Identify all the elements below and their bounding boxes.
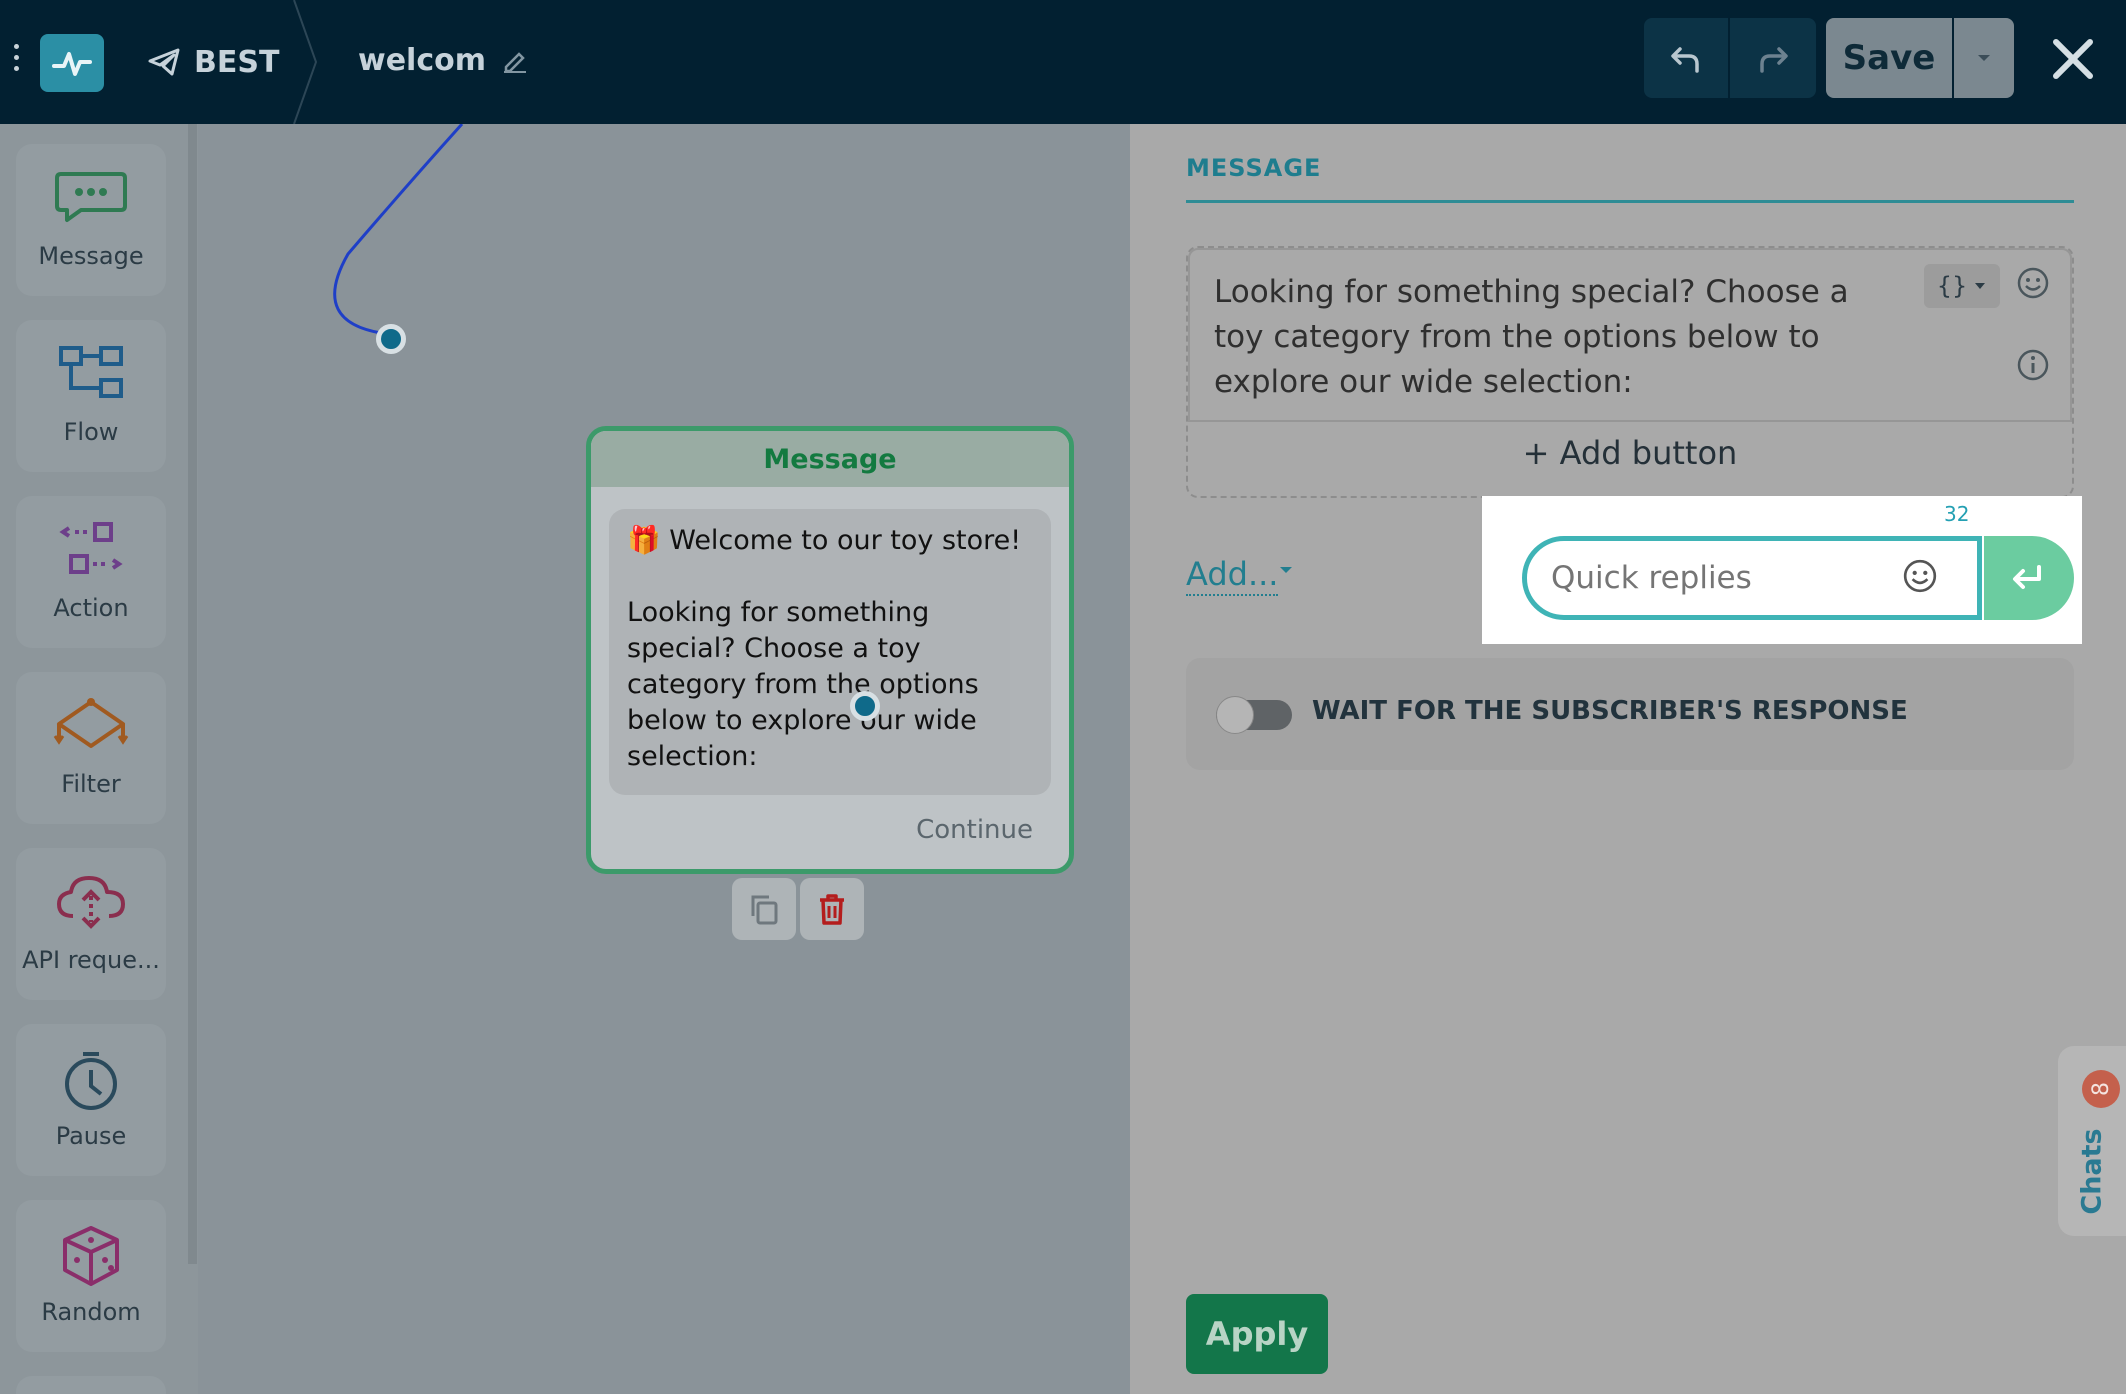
toolbox-scrollbar[interactable] <box>188 124 197 1264</box>
bot-name-label: BEST <box>194 44 280 80</box>
tool-random[interactable]: Random <box>16 1200 166 1352</box>
tool-label: Pause <box>55 1122 127 1150</box>
flow-title[interactable]: welcom <box>358 38 528 82</box>
dice-icon <box>63 1226 119 1286</box>
wait-response-toggle[interactable] <box>1216 696 1292 734</box>
quick-reply-submit-button[interactable] <box>1984 536 2074 620</box>
message-editor: Looking for something special? Choose a … <box>1186 246 2074 498</box>
tool-pause[interactable]: Pause <box>16 1024 166 1176</box>
copy-icon <box>751 895 778 925</box>
chats-tab[interactable]: 8 Chats <box>2058 1046 2126 1236</box>
tool-label: Flow <box>63 418 119 446</box>
flow-name-label: welcom <box>358 42 486 78</box>
chats-label-wrap: Chats <box>2058 1126 2126 1216</box>
chats-label: Chats <box>2076 1127 2108 1215</box>
bot-breadcrumb[interactable]: BEST <box>148 40 279 84</box>
apply-button[interactable]: Apply <box>1186 1294 1328 1374</box>
save-options-button[interactable] <box>1954 18 2014 98</box>
node-output-port[interactable] <box>850 691 880 721</box>
quick-replies-highlight: 32 <box>1482 496 2082 644</box>
chevron-down-icon <box>1978 55 1990 61</box>
close-icon[interactable] <box>2050 28 2096 88</box>
enter-return-icon <box>2013 565 2041 589</box>
undo-button[interactable] <box>1644 18 1728 98</box>
message-settings-panel: MESSAGE Looking for something special? C… <box>1130 124 2126 1394</box>
node-message-text: 🎁 Welcome to our toy store! Looking for … <box>609 509 1051 795</box>
delete-node-button[interactable] <box>800 878 864 940</box>
app-logo[interactable] <box>40 34 104 92</box>
braces-icon: {} <box>1936 272 1968 300</box>
telegram-icon <box>148 48 180 76</box>
tool-label: Action <box>53 594 129 622</box>
save-button[interactable]: Save <box>1826 18 1952 98</box>
tool-more[interactable] <box>16 1376 166 1394</box>
toolbox: Message Flow Action Filter API reque... … <box>0 124 198 1394</box>
add-menu-dropdown[interactable]: Add... <box>1186 554 1279 596</box>
action-icon <box>59 522 123 574</box>
toggle-knob <box>1216 696 1254 734</box>
tool-label: Message <box>38 242 144 270</box>
chevron-down-icon <box>1280 567 1292 573</box>
flow-icon <box>59 346 123 398</box>
tool-label: Filter <box>61 770 121 798</box>
node-input-port[interactable] <box>376 324 406 354</box>
info-icon[interactable] <box>2016 348 2050 382</box>
redo-button[interactable] <box>1730 18 1816 98</box>
timer-icon <box>65 1052 117 1110</box>
tool-api-request[interactable]: API reque... <box>16 848 166 1000</box>
chats-unread-badge: 8 <box>2082 1070 2120 1108</box>
duplicate-node-button[interactable] <box>732 878 796 940</box>
quick-replies-char-counter: 32 <box>1944 502 1970 526</box>
tool-label: API reque... <box>22 946 160 974</box>
undo-icon <box>1671 47 1699 73</box>
redo-icon <box>1760 47 1788 73</box>
filter-icon <box>53 698 129 748</box>
emoji-icon[interactable] <box>1902 558 1938 594</box>
edit-pencil-icon[interactable] <box>502 47 528 73</box>
message-bubble-icon <box>55 172 127 222</box>
flow-canvas[interactable]: Message 🎁 Welcome to our toy store! Look… <box>198 124 1130 1394</box>
tool-filter[interactable]: Filter <box>16 672 166 824</box>
message-node[interactable]: Message 🎁 Welcome to our toy store! Look… <box>586 426 1074 874</box>
add-button-link[interactable]: + Add button <box>1188 434 2072 472</box>
pulse-icon <box>52 52 92 76</box>
panel-title-underline <box>1186 200 2074 203</box>
wait-response-label: WAIT FOR THE SUBSCRIBER'S RESPONSE <box>1312 696 1908 726</box>
tool-label: Random <box>41 1298 141 1326</box>
api-cloud-icon <box>57 876 125 929</box>
variables-button[interactable]: {} <box>1924 264 2000 308</box>
tool-message[interactable]: Message <box>16 144 166 296</box>
tool-flow[interactable]: Flow <box>16 320 166 472</box>
node-title: Message <box>591 431 1069 487</box>
top-bar: BEST welcom Save <box>0 0 2126 124</box>
panel-title: MESSAGE <box>1186 154 1322 182</box>
wait-response-card: WAIT FOR THE SUBSCRIBER'S RESPONSE <box>1186 658 2074 770</box>
emoji-icon[interactable] <box>2016 266 2050 300</box>
menu-dots-icon[interactable] <box>14 44 20 74</box>
tool-action[interactable]: Action <box>16 496 166 648</box>
breadcrumb-separator <box>293 0 318 124</box>
node-continue-label: Continue <box>916 815 1033 845</box>
chevron-down-icon <box>1975 283 1986 289</box>
trash-icon <box>820 894 844 925</box>
